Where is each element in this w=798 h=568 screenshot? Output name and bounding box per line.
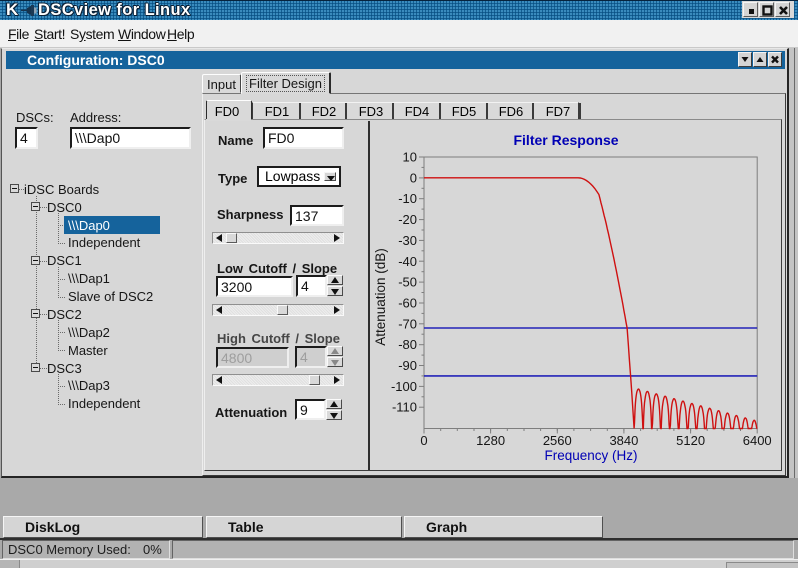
svg-text:-110: -110 xyxy=(392,400,417,415)
svg-text:-40: -40 xyxy=(398,254,417,269)
svg-text:1280: 1280 xyxy=(476,433,505,448)
svg-text:3840: 3840 xyxy=(609,433,638,448)
svg-text:10: 10 xyxy=(403,150,417,165)
svg-text:-50: -50 xyxy=(398,275,417,290)
svg-text:-20: -20 xyxy=(398,212,417,227)
svg-text:Attenuation (dB): Attenuation (dB) xyxy=(373,248,388,346)
svg-text:Filter Response: Filter Response xyxy=(513,132,618,148)
svg-text:Frequency (Hz): Frequency (Hz) xyxy=(544,448,637,463)
svg-text:5120: 5120 xyxy=(676,433,705,448)
svg-text:-10: -10 xyxy=(398,191,417,206)
svg-text:-30: -30 xyxy=(398,233,417,248)
svg-text:0: 0 xyxy=(420,433,427,448)
svg-text:-80: -80 xyxy=(398,337,417,352)
svg-text:-70: -70 xyxy=(398,316,417,331)
svg-text:-100: -100 xyxy=(391,379,417,394)
svg-text:6400: 6400 xyxy=(743,433,772,448)
svg-text:-60: -60 xyxy=(398,296,417,311)
svg-text:-90: -90 xyxy=(398,358,417,373)
svg-text:0: 0 xyxy=(410,170,417,185)
svg-text:2560: 2560 xyxy=(543,433,572,448)
